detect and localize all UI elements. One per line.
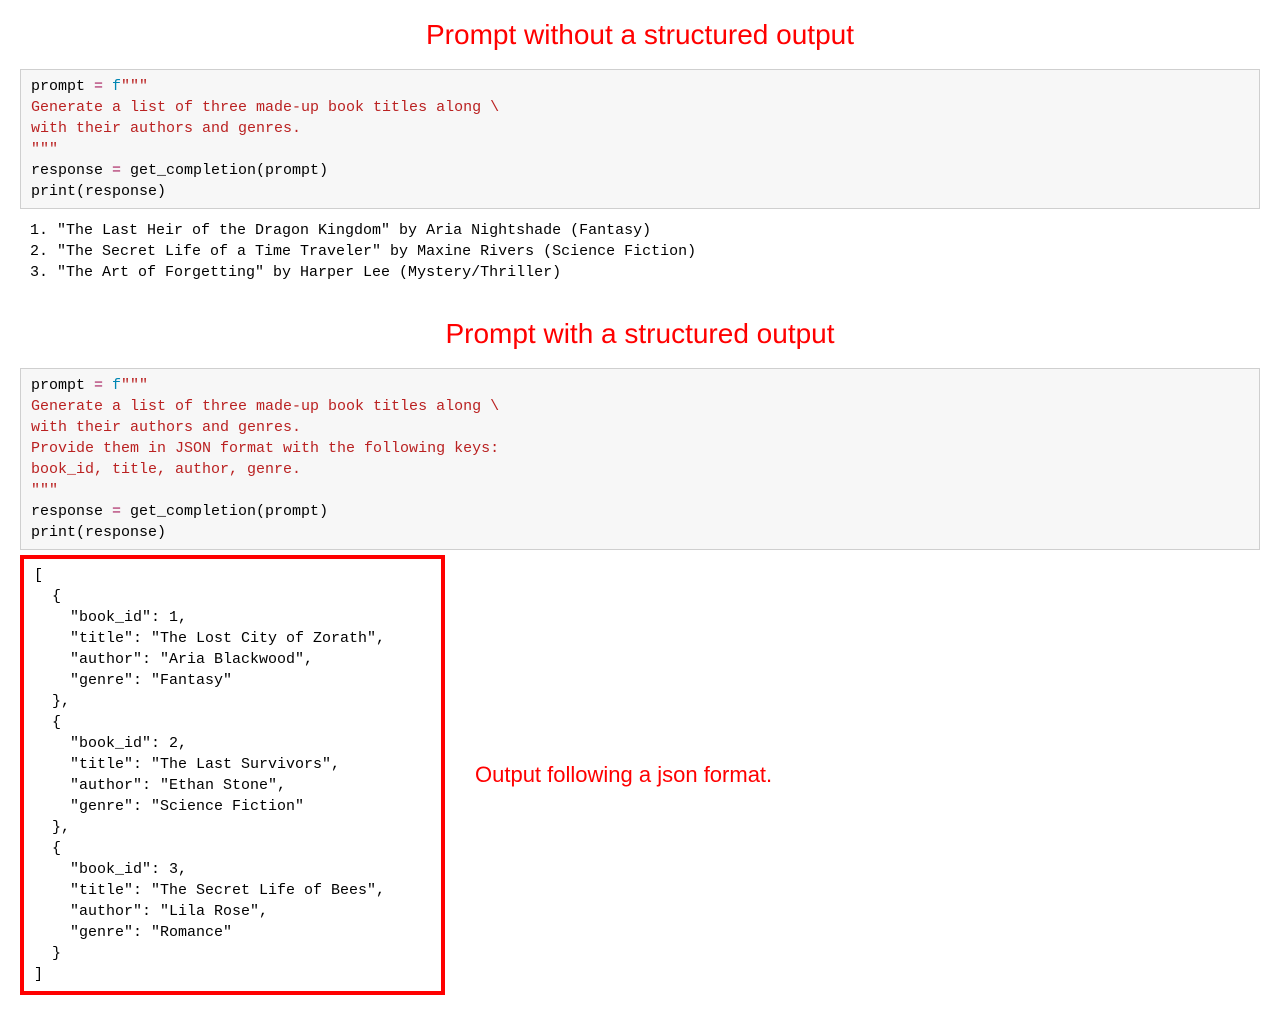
token: prompt	[31, 78, 94, 95]
token: =	[94, 377, 103, 394]
token: print(response)	[31, 524, 166, 541]
token: Provide them in JSON format with the fol…	[31, 440, 499, 457]
token: f	[103, 78, 121, 95]
token: """	[31, 482, 58, 499]
token: get_completion(prompt)	[121, 162, 328, 179]
token: prompt	[31, 377, 94, 394]
token: """	[121, 377, 148, 394]
output-row-2: [ { "book_id": 1, "title": "The Lost Cit…	[20, 555, 1260, 995]
token: =	[94, 78, 103, 95]
token: response	[31, 162, 112, 179]
token: =	[112, 162, 121, 179]
output-cell-1: 1. "The Last Heir of the Dragon Kingdom"…	[20, 214, 1260, 289]
token: get_completion(prompt)	[121, 503, 328, 520]
token: Generate a list of three made-up book ti…	[31, 99, 499, 116]
code-cell-1: prompt = f""" Generate a list of three m…	[20, 69, 1260, 209]
output-cell-2: [ { "book_id": 1, "title": "The Lost Cit…	[20, 555, 445, 995]
token: print(response)	[31, 183, 166, 200]
token: with their authors and genres.	[31, 419, 301, 436]
token: response	[31, 503, 112, 520]
heading-structured: Prompt with a structured output	[0, 314, 1280, 353]
token: Generate a list of three made-up book ti…	[31, 398, 499, 415]
token: f	[103, 377, 121, 394]
token: book_id, title, author, genre.	[31, 461, 301, 478]
token: """	[31, 141, 58, 158]
token: """	[121, 78, 148, 95]
token: with their authors and genres.	[31, 120, 301, 137]
code-cell-2: prompt = f""" Generate a list of three m…	[20, 368, 1260, 550]
token: =	[112, 503, 121, 520]
json-annotation: Output following a json format.	[475, 760, 772, 791]
heading-unstructured: Prompt without a structured output	[0, 15, 1280, 54]
